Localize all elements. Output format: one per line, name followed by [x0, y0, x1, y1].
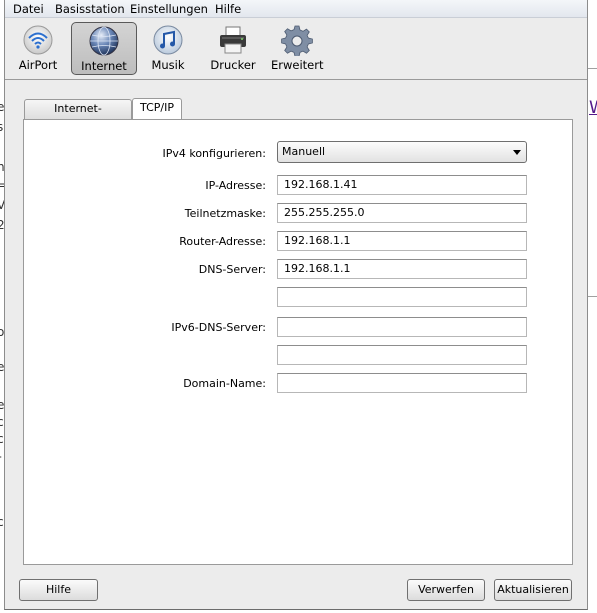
discard-button[interactable]: Verwerfen [407, 579, 485, 601]
router-address-label: Router-Adresse: [179, 235, 266, 248]
domain-name-field[interactable] [277, 373, 527, 393]
chevron-down-icon [513, 150, 521, 155]
toolbar-musik[interactable]: Musik [145, 22, 191, 75]
airport-wifi-icon [23, 25, 53, 55]
toolbar-drucker-label: Drucker [210, 58, 256, 72]
toolbar-airport-label: AirPort [18, 58, 58, 72]
router-address-field[interactable]: 192.168.1.1 [277, 231, 527, 251]
gear-icon [281, 25, 313, 56]
help-button[interactable]: Hilfe [19, 579, 98, 601]
ip-address-label: IP-Adresse: [205, 179, 266, 192]
menu-basisstation[interactable]: Basisstation [55, 2, 125, 16]
dns-server-field-2[interactable] [277, 287, 527, 307]
globe-icon [89, 26, 119, 56]
tab-internet-verbindung[interactable]: Internet-Verbindung [24, 99, 132, 133]
tcpip-panel: IPv4 konfigurieren: Manuell IP-Adresse: … [23, 119, 573, 565]
menu-datei[interactable]: Datei [13, 2, 44, 16]
toolbar-erweitert-label: Erweitert [271, 58, 324, 72]
toolbar-airport[interactable]: AirPort [15, 22, 61, 75]
ipv4-config-label: IPv4 konfigurieren: [162, 147, 266, 160]
dns-server-label: DNS-Server: [198, 263, 266, 276]
airport-utility-window: Datei Basisstation Einstellungen Hilfe A… [4, 0, 588, 610]
dns-server-field[interactable]: 192.168.1.1 [277, 259, 527, 279]
ipv6-dns-server-label: IPv6-DNS-Server: [171, 321, 266, 334]
menu-bar: Datei Basisstation Einstellungen Hilfe [5, 0, 587, 18]
music-icon [153, 25, 183, 55]
ipv6-dns-server-field-2[interactable] [277, 345, 527, 365]
toolbar: AirPort Internet Musik Drucker Erweitert [5, 18, 587, 80]
subnet-mask-label: Teilnetzmaske: [184, 207, 266, 220]
toolbar-erweitert[interactable]: Erweitert [271, 22, 324, 75]
background-page-link[interactable]: W [589, 98, 597, 118]
menu-einstellungen[interactable]: Einstellungen [130, 2, 208, 16]
toolbar-drucker[interactable]: Drucker [207, 22, 259, 75]
update-button[interactable]: Aktualisieren [494, 579, 572, 601]
toolbar-internet[interactable]: Internet [71, 22, 137, 75]
printer-icon [220, 26, 246, 54]
ipv4-config-select[interactable]: Manuell [277, 141, 527, 163]
ipv4-config-value: Manuell [282, 145, 326, 158]
toolbar-internet-label: Internet [81, 59, 127, 73]
background-page-right-edge [588, 0, 597, 613]
ip-address-field[interactable]: 192.168.1.41 [277, 175, 527, 195]
ipv6-dns-server-field[interactable] [277, 317, 527, 337]
subnet-mask-field[interactable]: 255.255.255.0 [277, 203, 527, 223]
menu-hilfe[interactable]: Hilfe [215, 2, 241, 16]
domain-name-label: Domain-Name: [183, 377, 266, 390]
tab-tcp-ip[interactable]: TCP/IP [132, 98, 182, 119]
toolbar-musik-label: Musik [151, 58, 185, 72]
